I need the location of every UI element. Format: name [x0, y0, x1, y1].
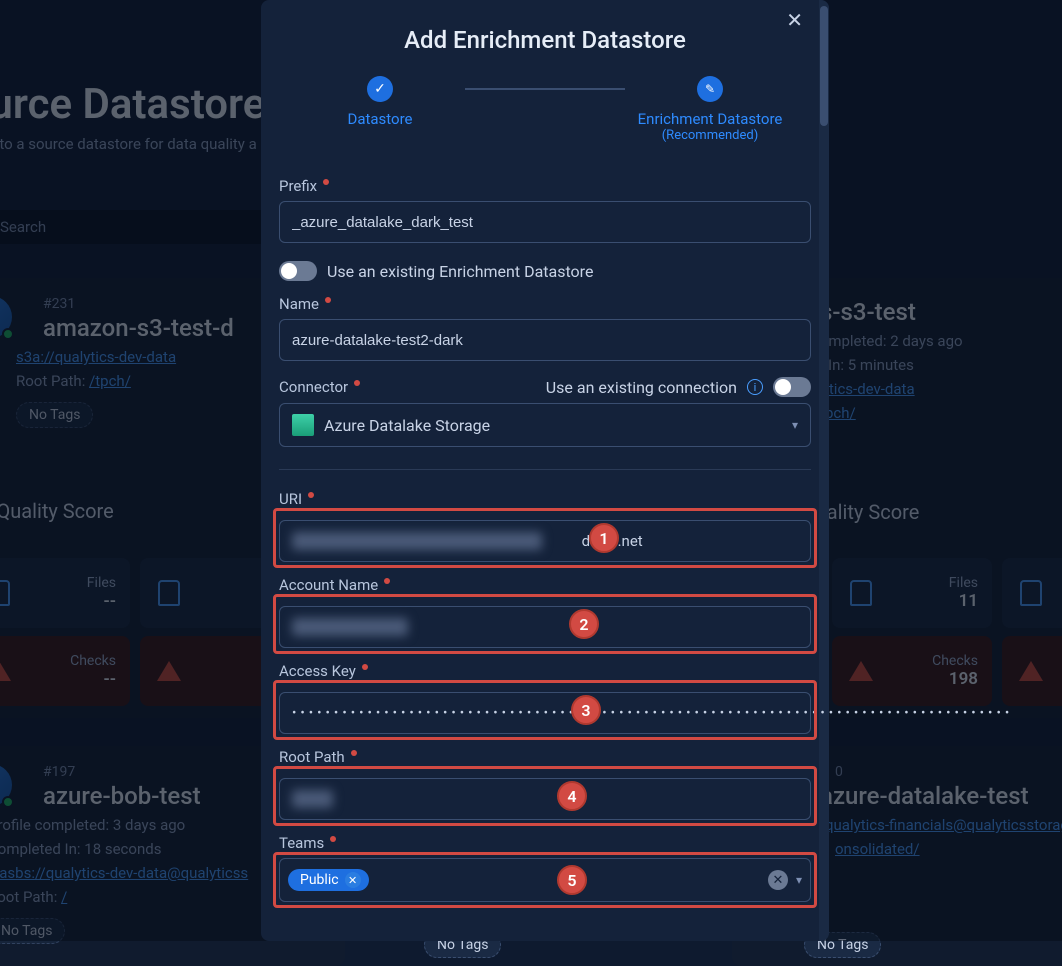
clear-all-icon[interactable]: ✕ [768, 870, 788, 890]
required-dot [323, 179, 329, 185]
connector-select[interactable]: Azure Datalake Storage ▾ [279, 403, 811, 447]
scrollbar-track[interactable] [819, 0, 829, 941]
access-key-input[interactable]: ••••••••••••••••••••••••••••••••••••••••… [279, 692, 811, 734]
uri-label: URI [279, 490, 811, 508]
use-existing-connection-toggle[interactable] [773, 377, 811, 397]
prefix-label: Prefix [279, 177, 811, 195]
team-chip-public[interactable]: Public ✕ [288, 869, 369, 891]
callout-badge-1: 1 [589, 523, 619, 553]
stepper: ✓ Datastore ✎ Enrichment Datastore (Reco… [261, 76, 829, 143]
uri-input[interactable]: xxxxxxxxxxxxxxxxxxxxxxxxxxxxxxxxx dows.n… [279, 520, 811, 562]
root-path-input[interactable]: xxxxx [279, 778, 811, 820]
account-name-input[interactable]: xxxxxxxxxxxxxxx [279, 606, 811, 648]
connector-label: Connector [279, 378, 360, 396]
step-datastore[interactable]: ✓ Datastore [295, 76, 465, 128]
scrollbar-thumb[interactable] [820, 6, 828, 126]
use-existing-enrichment-label: Use an existing Enrichment Datastore [327, 262, 593, 281]
name-input[interactable] [279, 319, 811, 361]
step-connector [465, 88, 625, 90]
root-path-label: Root Path [279, 748, 811, 766]
divider [279, 469, 811, 470]
teams-label: Teams [279, 834, 811, 852]
add-enrichment-datastore-modal: ✕ Add Enrichment Datastore ✓ Datastore ✎… [261, 0, 829, 941]
access-key-label: Access Key [279, 662, 811, 680]
name-label: Name [279, 295, 811, 313]
close-icon[interactable]: ✕ [786, 8, 803, 32]
use-existing-enrichment-toggle[interactable] [279, 261, 317, 281]
callout-badge-2: 2 [569, 609, 599, 639]
teams-select[interactable]: Public ✕ ✕ ▾ [279, 858, 811, 902]
chevron-down-icon: ▾ [792, 418, 798, 432]
callout-badge-4: 4 [557, 781, 587, 811]
account-name-label: Account Name [279, 576, 811, 594]
modal-title: Add Enrichment Datastore [261, 26, 829, 54]
chevron-down-icon: ▾ [796, 873, 802, 887]
callout-badge-5: 5 [557, 865, 587, 895]
use-existing-connection-label: Use an existing connection [546, 378, 737, 397]
info-icon[interactable]: i [747, 379, 763, 395]
edit-icon: ✎ [705, 82, 715, 96]
prefix-input[interactable] [279, 201, 811, 243]
callout-badge-3: 3 [571, 695, 601, 725]
check-icon: ✓ [374, 81, 386, 97]
remove-chip-icon[interactable]: ✕ [345, 872, 361, 888]
step-enrichment[interactable]: ✎ Enrichment Datastore (Recommended) [625, 76, 795, 143]
azure-datalake-icon [292, 414, 314, 436]
